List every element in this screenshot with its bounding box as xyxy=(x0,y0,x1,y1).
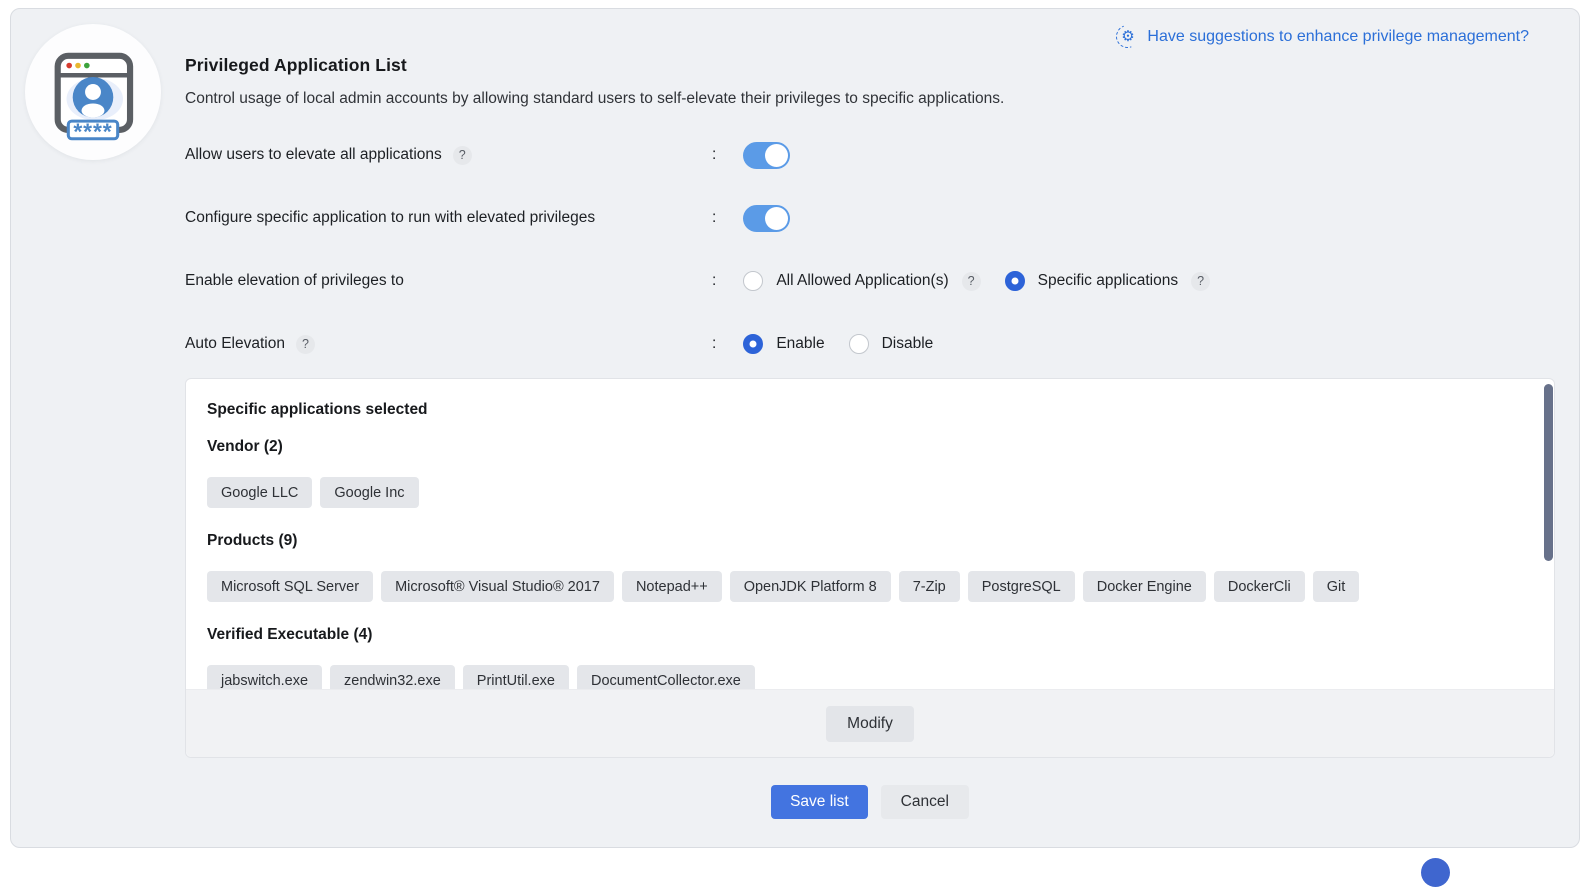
chip[interactable]: Docker Engine xyxy=(1083,571,1206,602)
toggle-knob xyxy=(765,144,788,167)
chip[interactable]: Google Inc xyxy=(320,477,418,508)
allow-all-toggle[interactable] xyxy=(743,142,790,169)
section-heading: Products (9) xyxy=(207,532,1533,550)
row-label-group: Allow users to elevate all applications … xyxy=(185,146,712,165)
executable-chips: jabswitch.exe zendwin32.exe PrintUtil.exe D… xyxy=(207,665,1533,689)
radio-auto-elevation-disable[interactable]: Disable xyxy=(849,334,934,354)
configure-specific-toggle[interactable] xyxy=(743,205,790,232)
separator-colon: : xyxy=(712,272,716,290)
panel-scrollbar-thumb[interactable] xyxy=(1544,384,1553,561)
row-label-group: Auto Elevation ? xyxy=(185,335,712,354)
section-vendor: Vendor (2) Google LLC Google Inc xyxy=(207,438,1533,508)
svg-text:****: **** xyxy=(73,119,112,145)
vendor-chips: Google LLC Google Inc xyxy=(207,477,1533,508)
configure-specific-label: Configure specific application to run wi… xyxy=(185,209,595,227)
chip[interactable]: Notepad++ xyxy=(622,571,722,602)
panel-footer: Modify xyxy=(186,689,1554,757)
chip[interactable]: DocumentCollector.exe xyxy=(577,665,755,689)
radio-auto-elevation-enable[interactable]: Enable xyxy=(743,334,824,354)
radio-specific-applications[interactable]: Specific applications ? xyxy=(1005,271,1210,291)
chip[interactable]: DockerCli xyxy=(1214,571,1305,602)
chip[interactable]: zendwin32.exe xyxy=(330,665,455,689)
radio-label: All Allowed Application(s) xyxy=(776,272,948,290)
row-label-group: Configure specific application to run wi… xyxy=(185,209,712,227)
chip[interactable]: Google LLC xyxy=(207,477,312,508)
chip[interactable]: OpenJDK Platform 8 xyxy=(730,571,891,602)
radio-label: Enable xyxy=(776,335,824,353)
product-chips: Microsoft SQL Server Microsoft® Visual St… xyxy=(207,571,1533,602)
separator-colon: : xyxy=(712,335,716,353)
chip[interactable]: 7-Zip xyxy=(899,571,960,602)
chip[interactable]: PostgreSQL xyxy=(968,571,1075,602)
help-icon[interactable]: ? xyxy=(453,146,472,165)
auto-elevation-label: Auto Elevation xyxy=(185,335,285,353)
settings-rows: Allow users to elevate all applications … xyxy=(185,140,1557,359)
chip[interactable]: Microsoft® Visual Studio® 2017 xyxy=(381,571,614,602)
chip[interactable]: Microsoft SQL Server xyxy=(207,571,373,602)
separator-colon: : xyxy=(712,209,716,227)
main-content: Privileged Application List Control usag… xyxy=(185,9,1557,819)
radio-button[interactable] xyxy=(743,334,763,354)
radio-label: Disable xyxy=(882,335,934,353)
radio-all-allowed-applications[interactable]: All Allowed Application(s) ? xyxy=(743,271,980,291)
save-list-button[interactable]: Save list xyxy=(771,785,868,819)
allow-all-control xyxy=(743,142,790,169)
row-configure-specific: Configure specific application to run wi… xyxy=(185,203,1557,233)
selected-applications-panel: Specific applications selected Vendor (2… xyxy=(185,378,1555,758)
help-icon[interactable]: ? xyxy=(296,335,315,354)
section-products: Products (9) Microsoft SQL ServerMicroso… xyxy=(207,532,1533,602)
section-heading: Verified Executable (4) xyxy=(207,626,1533,644)
auto-elevation-control: Enable Disable xyxy=(743,334,933,354)
radio-button[interactable] xyxy=(743,271,763,291)
separator-colon: : xyxy=(712,146,716,164)
allow-all-label: Allow users to elevate all applications xyxy=(185,146,442,164)
panel-title: Specific applications selected xyxy=(207,401,1533,419)
elevation-target-label: Enable elevation of privileges to xyxy=(185,272,404,290)
chip[interactable]: Git xyxy=(1313,571,1360,602)
row-elevation-target: Enable elevation of privileges to : All … xyxy=(185,266,1557,296)
row-label-group: Enable elevation of privileges to xyxy=(185,272,712,290)
page-description: Control usage of local admin accounts by… xyxy=(185,90,1557,108)
cancel-button[interactable]: Cancel xyxy=(881,785,969,819)
configure-specific-control xyxy=(743,205,790,232)
toggle-knob xyxy=(765,207,788,230)
radio-label: Specific applications xyxy=(1038,272,1178,290)
row-allow-all-applications: Allow users to elevate all applications … xyxy=(185,140,1557,170)
chip[interactable]: jabswitch.exe xyxy=(207,665,322,689)
help-icon[interactable]: ? xyxy=(1191,272,1210,291)
row-auto-elevation: Auto Elevation ? : Enable Disable xyxy=(185,329,1557,359)
footer-actions: Save list Cancel xyxy=(185,785,1555,819)
section-verified-executable: Verified Executable (4) jabswitch.exe zen… xyxy=(207,626,1533,689)
browser-password-icon: **** xyxy=(33,32,153,152)
radio-button[interactable] xyxy=(1005,271,1025,291)
page-title: Privileged Application List xyxy=(185,55,1557,76)
elevation-target-control: All Allowed Application(s) ? Specific ap… xyxy=(743,271,1210,291)
radio-button[interactable] xyxy=(849,334,869,354)
privilege-settings-card: ⚙ Have suggestions to enhance privilege … xyxy=(10,8,1580,848)
section-heading: Vendor (2) xyxy=(207,438,1533,456)
privileged-app-icon: **** xyxy=(25,24,161,160)
chip[interactable]: PrintUtil.exe xyxy=(463,665,569,689)
modify-button[interactable]: Modify xyxy=(826,706,914,742)
selected-applications-scroll-area[interactable]: Specific applications selected Vendor (2… xyxy=(186,379,1554,689)
help-icon[interactable]: ? xyxy=(962,272,981,291)
